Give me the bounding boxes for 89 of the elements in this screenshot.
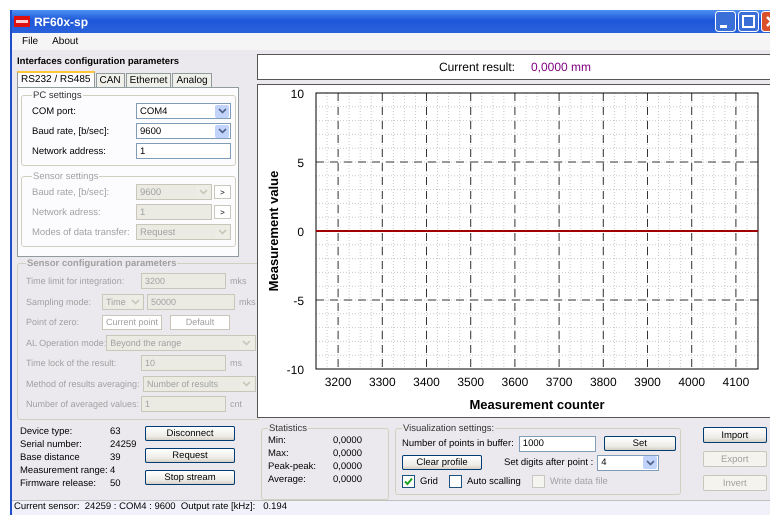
group-title: Sensor settings — [32, 171, 100, 182]
dropdown[interactable]: COM4 — [136, 103, 231, 119]
info-value: 4 — [110, 464, 116, 476]
unit-label: mks — [230, 276, 246, 286]
input-field[interactable]: 1 — [136, 143, 231, 159]
field-label: Baud rate, [b/sec]: — [32, 126, 110, 136]
field-label: Modes of data transfer: — [32, 226, 131, 238]
tab[interactable]: RS232 / RS485 — [17, 71, 94, 87]
menu-item[interactable]: File — [22, 36, 38, 47]
checked-checkbox[interactable] — [402, 475, 415, 488]
x-tick-label: 3300 — [368, 375, 396, 389]
tab[interactable]: CAN — [96, 73, 125, 87]
info-value: 50 — [110, 478, 121, 488]
set-button[interactable]: Set — [604, 436, 676, 451]
stat-value: 0,0000 — [332, 474, 362, 485]
checkbox-label: Write data file — [550, 476, 608, 487]
device-button[interactable]: Disconnect — [145, 426, 235, 440]
x-tick-label: 3400 — [413, 375, 440, 389]
info-label: Base distance — [20, 452, 81, 462]
maximize-button[interactable] — [738, 11, 759, 32]
field-label: COM port: — [32, 106, 77, 116]
field-label: Set digits after point : — [504, 457, 594, 468]
field-label: Number of points in buffer: — [402, 438, 514, 449]
y-tick-label: -5 — [293, 294, 304, 308]
dropdown[interactable]: 9600 — [136, 123, 231, 139]
device-button[interactable]: Stop stream — [145, 470, 235, 484]
field-label: Baud rate, [b/sec]: — [32, 186, 110, 198]
unit-label: mks — [239, 296, 256, 307]
y-tick-label: 10 — [290, 87, 304, 101]
x-tick-label: 4000 — [678, 375, 706, 389]
info-value: 63 — [110, 426, 121, 436]
stat-value: 0,0000 — [332, 448, 362, 459]
checkbox-label: Auto scalling — [466, 476, 521, 487]
x-tick-label: 3700 — [546, 375, 572, 389]
x-tick-label: 3900 — [634, 375, 661, 389]
unit-label: ms — [230, 358, 242, 368]
device-button[interactable]: Request — [145, 448, 235, 462]
group-title: Statistics — [268, 423, 308, 434]
info-label: Firmware release: — [20, 478, 98, 488]
window-title: RF60x-sp — [34, 14, 90, 28]
dropdown[interactable]: 4 — [597, 454, 660, 470]
x-tick-label: 3800 — [590, 375, 617, 389]
field-label: AL Operation mode: — [26, 338, 106, 348]
x-axis-title: Measurement counter — [469, 397, 605, 412]
tab[interactable]: Analog — [172, 73, 212, 87]
group-title: Visualization settings: — [402, 423, 496, 434]
menu-item[interactable]: About — [52, 36, 78, 47]
input-field[interactable]: 1000 — [518, 436, 596, 452]
field-label: Point of zero: — [26, 317, 80, 328]
y-axis-title: Measurement value — [266, 170, 281, 292]
field-label: Network adress: — [32, 206, 102, 218]
field-label: Time lock of the result: — [26, 358, 118, 368]
minimize-button[interactable] — [715, 11, 736, 32]
stat-value: 0,0000 — [332, 461, 362, 472]
x-tick-label: 4100 — [722, 375, 750, 389]
stat-label: Max: — [268, 448, 289, 459]
result-value: 0,0000 mm — [531, 60, 592, 74]
x-tick-label: 3500 — [457, 375, 484, 389]
clear-profile-button[interactable]: Clear profile — [402, 455, 482, 470]
unit-label: cnt — [230, 399, 242, 410]
field-label: Method of results averaging: — [26, 378, 141, 389]
field-label: Number of averaged values: — [26, 399, 140, 410]
checkbox[interactable] — [448, 475, 462, 488]
stat-label: Min: — [268, 435, 286, 446]
x-tick-label: 3600 — [502, 375, 528, 389]
info-label: Measurement range: — [20, 464, 109, 476]
info-value: 24259 — [110, 438, 136, 450]
stat-value: 0,0000 — [332, 435, 362, 446]
stat-label: Average: — [268, 474, 306, 485]
field-label: Time limit for integration: — [26, 276, 126, 286]
y-tick-label: 0 — [297, 225, 304, 239]
app-icon — [14, 16, 30, 27]
y-tick-label: -10 — [286, 363, 304, 377]
field-label: Network address: — [32, 146, 107, 156]
stat-label: Peak-peak: — [268, 461, 316, 472]
status-bar: Current sensor: 24259 : COM4 : 9600 Output rate [kHz]: 0.194 — [12, 500, 770, 515]
action-button[interactable]: Import — [702, 427, 767, 443]
info-label: Serial number: — [20, 438, 83, 450]
section-heading: Interfaces configuration parameters — [17, 56, 180, 69]
group-title: Sensor configuration parameters — [26, 258, 178, 269]
info-label: Device type: — [20, 426, 74, 436]
y-tick-label: 5 — [297, 156, 304, 170]
x-tick-label: 3200 — [324, 375, 352, 389]
info-value: 39 — [110, 452, 121, 462]
group-title: PC settings — [32, 90, 83, 101]
checkbox-label: Grid — [420, 476, 438, 487]
result-label: Current result: — [438, 60, 515, 74]
field-label: Sampling mode: — [26, 296, 92, 307]
tab[interactable]: Ethernet — [126, 73, 172, 87]
